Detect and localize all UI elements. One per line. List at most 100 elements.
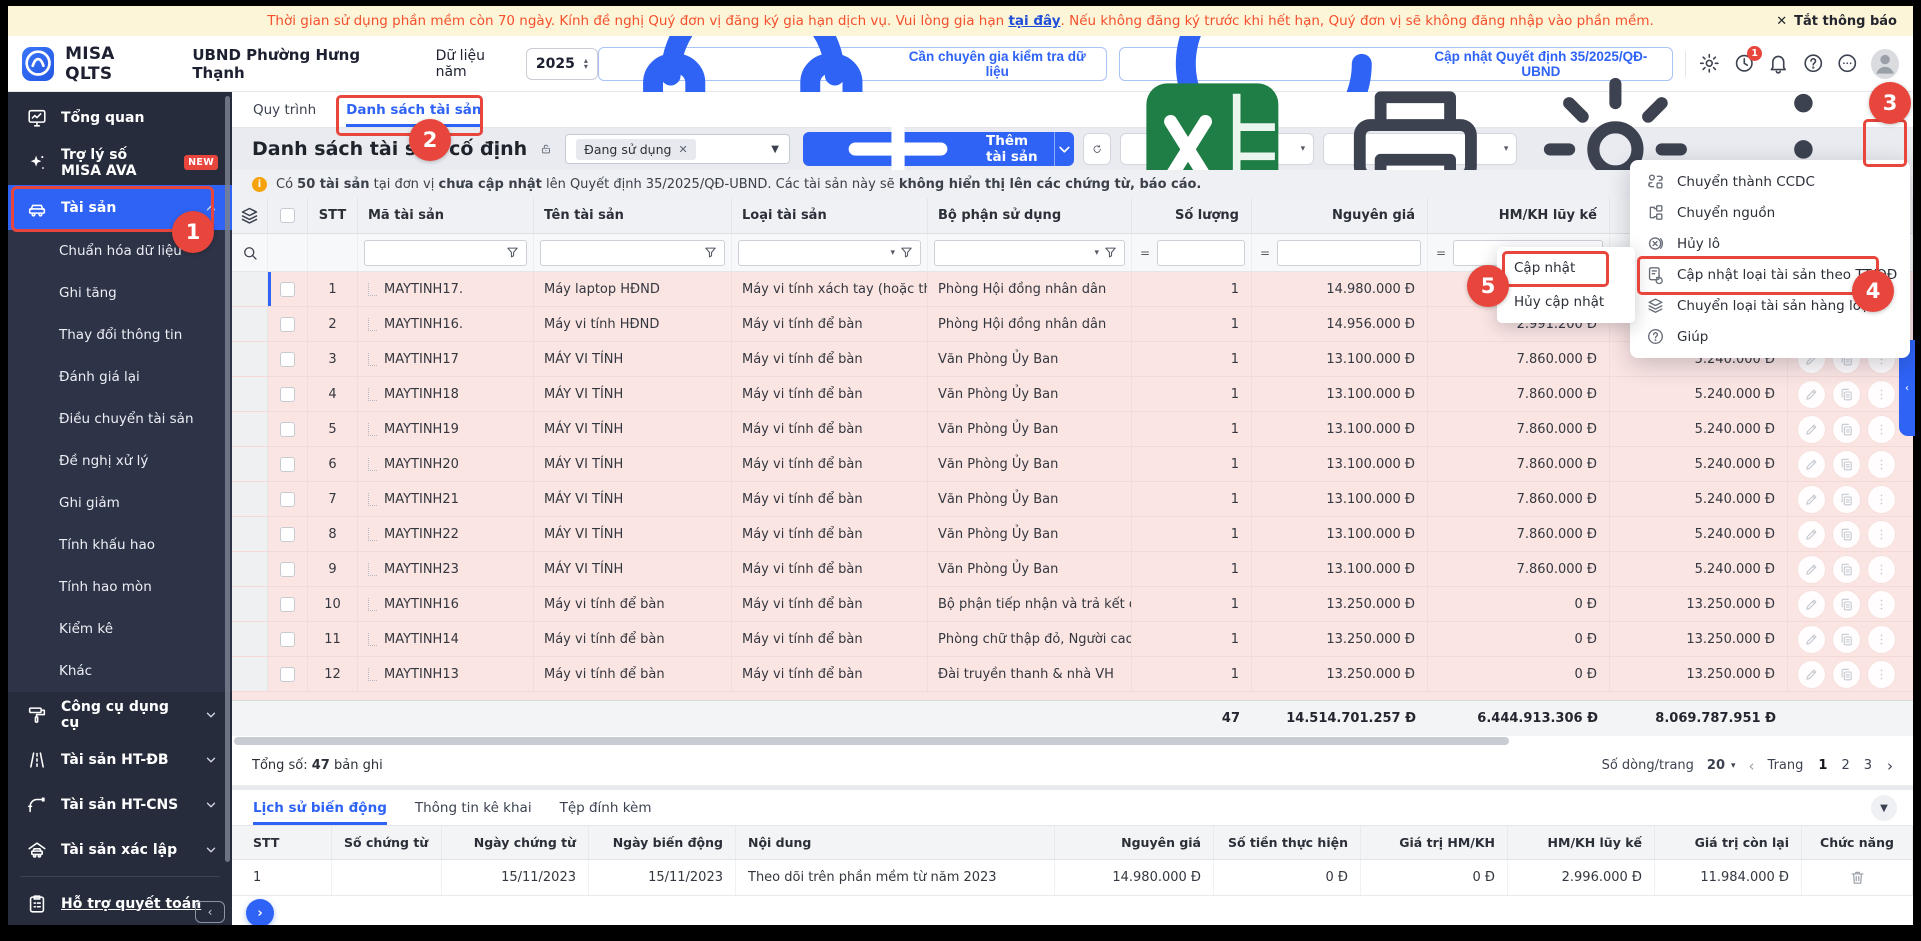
row-menu-button[interactable] bbox=[1868, 521, 1895, 548]
edit-row-button[interactable] bbox=[1798, 416, 1825, 443]
duplicate-row-button[interactable] bbox=[1833, 451, 1860, 478]
collapse-panel-button[interactable]: ▼ bbox=[1871, 795, 1897, 821]
sidebar-subitem[interactable]: Đánh giá lại bbox=[8, 356, 232, 398]
page-number-3[interactable]: 3 bbox=[1862, 758, 1874, 773]
table-row[interactable]: 8MAYTINH22MÁY VI TÍNHMáy vi tính để bànV… bbox=[232, 517, 1913, 552]
filter-input-ten[interactable] bbox=[540, 240, 725, 266]
sidebar-subitem[interactable]: Ghi tăng bbox=[8, 272, 232, 314]
sidebar-item-tài-sản-ht-cns[interactable]: Tài sản HT-CNS bbox=[8, 782, 232, 827]
row-menu-button[interactable] bbox=[1868, 556, 1895, 583]
row-menu-button[interactable] bbox=[1868, 381, 1895, 408]
print-button[interactable]: ▾ bbox=[1323, 133, 1517, 165]
checkbox[interactable] bbox=[280, 208, 295, 223]
checkbox[interactable] bbox=[280, 352, 295, 367]
edit-row-button[interactable] bbox=[1798, 451, 1825, 478]
duplicate-row-button[interactable] bbox=[1833, 556, 1860, 583]
filter-input-ma[interactable] bbox=[364, 240, 527, 266]
column-header-ma[interactable]: Mã tài sản bbox=[358, 198, 534, 233]
rows-per-page-select[interactable]: 20 ▾ bbox=[1707, 758, 1736, 773]
duplicate-row-button[interactable] bbox=[1833, 521, 1860, 548]
renew-link[interactable]: tại đây bbox=[1008, 13, 1060, 29]
duplicate-row-button[interactable] bbox=[1833, 591, 1860, 618]
table-row[interactable]: 10MAYTINH16Máy vi tính để bànMáy vi tính… bbox=[232, 587, 1913, 622]
duplicate-row-button[interactable] bbox=[1833, 486, 1860, 513]
next-page-button[interactable]: › bbox=[1887, 757, 1893, 775]
funnel-icon[interactable] bbox=[505, 245, 520, 260]
drag-handle-icon[interactable] bbox=[368, 563, 377, 576]
checkbox[interactable] bbox=[280, 597, 295, 612]
edit-row-button[interactable] bbox=[1798, 661, 1825, 688]
sidebar-subitem[interactable]: Kiểm kê bbox=[8, 608, 232, 650]
table-row[interactable]: 6MAYTINH20MÁY VI TÍNHMáy vi tính để bànV… bbox=[232, 447, 1913, 482]
select-all-checkbox[interactable] bbox=[268, 198, 308, 233]
drag-handle-icon[interactable] bbox=[368, 388, 377, 401]
checkbox[interactable] bbox=[280, 527, 295, 542]
drag-handle-icon[interactable] bbox=[368, 353, 377, 366]
drag-handle-icon[interactable] bbox=[368, 668, 377, 681]
drag-handle-icon[interactable] bbox=[368, 493, 377, 506]
sidebar-item-trợ-lý-số-misa-ava[interactable]: Trợ lý số MISA AVANEW bbox=[8, 140, 232, 185]
sidebar-subitem[interactable]: Ghi giảm bbox=[8, 482, 232, 524]
drag-handle-icon[interactable] bbox=[368, 458, 377, 471]
prev-page-button[interactable]: ‹ bbox=[1749, 757, 1755, 775]
row-menu-button[interactable] bbox=[1868, 591, 1895, 618]
filter-input-bp[interactable]: ▾ bbox=[934, 240, 1125, 266]
column-header-loai[interactable]: Loại tài sản bbox=[732, 198, 928, 233]
sidebar-subitem[interactable]: Thay đổi thông tin bbox=[8, 314, 232, 356]
column-header-bp[interactable]: Bộ phận sử dụng bbox=[928, 198, 1132, 233]
column-header-hm[interactable]: HM/KH lũy kế bbox=[1428, 198, 1610, 233]
checkbox[interactable] bbox=[280, 492, 295, 507]
chevron-down-icon[interactable]: ▾ bbox=[1094, 248, 1099, 258]
checkbox[interactable] bbox=[280, 667, 295, 682]
page-number-2[interactable]: 2 bbox=[1839, 758, 1851, 773]
menu-item-convert[interactable]: Chuyển thành CCDC bbox=[1630, 166, 1910, 197]
edit-row-button[interactable] bbox=[1798, 591, 1825, 618]
chevron-down-icon[interactable]: ▾ bbox=[890, 248, 895, 258]
table-row[interactable]: 4MAYTINH18MÁY VI TÍNHMáy vi tính để bànV… bbox=[232, 377, 1913, 412]
column-header-stt[interactable]: STT bbox=[308, 198, 358, 233]
duplicate-row-button[interactable] bbox=[1833, 381, 1860, 408]
tab-quy-trinh[interactable]: Quy trình bbox=[253, 92, 316, 127]
menu-item-huy-cap-nhat[interactable]: Hủy cập nhật bbox=[1497, 285, 1635, 319]
menu-item-cancel-batch[interactable]: Hủy lô bbox=[1630, 228, 1910, 259]
sidebar-subitem[interactable]: Đề nghị xử lý bbox=[8, 440, 232, 482]
checkbox[interactable] bbox=[280, 632, 295, 647]
status-filter-chip[interactable]: Đang sử dụng ✕ bbox=[576, 139, 696, 160]
edit-row-button[interactable] bbox=[1798, 556, 1825, 583]
drag-handle-icon[interactable] bbox=[368, 318, 377, 331]
detail-tab-1[interactable]: Thông tin kê khai bbox=[415, 790, 532, 825]
detail-tab-0[interactable]: Lịch sử biến động bbox=[253, 790, 387, 825]
history-table-row[interactable]: 115/11/202315/11/2023Theo dõi trên phần … bbox=[232, 860, 1913, 896]
edit-row-button[interactable] bbox=[1798, 626, 1825, 653]
filter-input-loai[interactable]: ▾ bbox=[738, 240, 921, 266]
checkbox[interactable] bbox=[280, 562, 295, 577]
equals-operator[interactable]: = bbox=[1258, 246, 1272, 260]
edit-row-button[interactable] bbox=[1798, 486, 1825, 513]
duplicate-row-button[interactable] bbox=[1833, 416, 1860, 443]
drag-handle-icon[interactable] bbox=[368, 423, 377, 436]
expand-panel-button[interactable]: › bbox=[246, 899, 274, 925]
sidebar-collapse-button[interactable]: ‹ bbox=[195, 901, 225, 923]
sidebar-subitem[interactable]: Tính khấu hao bbox=[8, 524, 232, 566]
checkbox[interactable] bbox=[280, 317, 295, 332]
drag-handle-icon[interactable] bbox=[368, 528, 377, 541]
unlock-icon[interactable] bbox=[540, 139, 552, 159]
sidebar-subitem[interactable]: Điều chuyển tài sản bbox=[8, 398, 232, 440]
sidebar-item-tài-sản-ht-đb[interactable]: Tài sản HT-ĐB bbox=[8, 737, 232, 782]
table-row[interactable]: 5MAYTINH19MÁY VI TÍNHMáy vi tính để bànV… bbox=[232, 412, 1913, 447]
sidebar-subitem[interactable]: Khác bbox=[8, 650, 232, 692]
sidebar-item-tổng-quan[interactable]: Tổng quan bbox=[8, 95, 232, 140]
remove-chip-icon[interactable]: ✕ bbox=[678, 143, 687, 156]
data-year-selector[interactable]: 2025 ▴▾ bbox=[526, 48, 598, 80]
scrollbar-thumb[interactable] bbox=[234, 737, 1509, 745]
table-row[interactable]: 12MAYTINH13Máy vi tính để bànMáy vi tính… bbox=[232, 657, 1913, 692]
column-header-ten[interactable]: Tên tài sản bbox=[534, 198, 732, 233]
reload-button[interactable] bbox=[1083, 133, 1111, 165]
menu-item-transfer[interactable]: Chuyển nguồn bbox=[1630, 197, 1910, 228]
row-menu-button[interactable] bbox=[1868, 416, 1895, 443]
search-icon[interactable] bbox=[241, 244, 259, 262]
checkbox[interactable] bbox=[280, 422, 295, 437]
sidebar-item-tài-sản-xác-lập[interactable]: Tài sản xác lập bbox=[8, 827, 232, 872]
drag-handle-icon[interactable] bbox=[368, 598, 377, 611]
add-asset-button[interactable]: Thêm tài sản bbox=[803, 132, 1074, 166]
